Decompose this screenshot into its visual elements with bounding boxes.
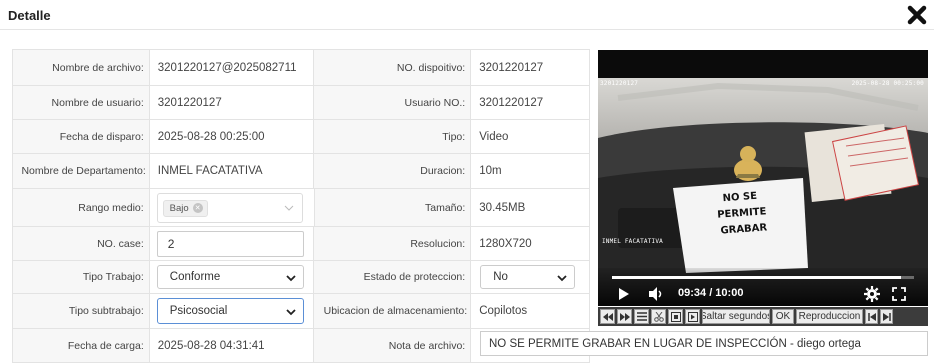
playback-toolbar: Saltar segundos OK Reproduccion	[598, 307, 928, 326]
rango-medio-tag-label: Bajo	[169, 202, 189, 214]
details-grid: Nombre de archivo: 3201220127@2025082711…	[12, 49, 590, 363]
value-fecha-disparo: 2025-08-28 00:25:00	[150, 120, 315, 153]
label-no-dispositivo: NO. dispoitivo:	[314, 50, 472, 85]
label-fecha-disparo: Fecha de disparo:	[13, 120, 150, 153]
value-duracion: 10m	[471, 154, 590, 188]
label-ubicacion: Ubicacion de almacenamiento:	[314, 294, 472, 328]
label-usuario-no: Usuario NO.:	[314, 86, 472, 119]
row-nombre-usuario: Nombre de usuario: 3201220127 Usuario NO…	[13, 86, 590, 120]
value-nombre-usuario: 3201220127	[150, 86, 315, 119]
tipo-trabajo-select[interactable]: Conforme	[156, 265, 304, 289]
row-fecha-disparo: Fecha de disparo: 2025-08-28 00:25:00 Ti…	[13, 120, 590, 154]
no-case-cell: 2	[150, 227, 315, 260]
rango-medio-cell: Bajo ✕	[150, 189, 315, 226]
skip-first-icon[interactable]	[865, 309, 878, 324]
video-progress-fill	[612, 276, 901, 279]
video-overlay-right: 2025-08-28 00:25:00	[851, 80, 924, 87]
nota-archivo-input[interactable]: NO SE PERMITE GRABAR EN LUGAR DE INSPECC…	[480, 331, 928, 356]
row-rango-medio: Rango medio: Bajo ✕ Tamaño: 30.45MB	[13, 189, 590, 227]
value-resolucion: 1280X720	[471, 227, 590, 260]
fullscreen-icon[interactable]	[892, 287, 906, 301]
label-tipo-trabajo: Tipo Trabajo:	[13, 261, 150, 293]
label-no-case: NO. case:	[13, 227, 150, 260]
value-fecha-carga: 2025-08-28 04:31:41	[150, 329, 315, 362]
estado-proteccion-select[interactable]: No	[480, 265, 576, 289]
play-icon[interactable]	[618, 287, 630, 301]
chevron-down-icon	[557, 275, 567, 282]
label-departamento: Nombre de Departamento:	[13, 154, 150, 188]
rango-medio-select[interactable]: Bajo ✕	[156, 192, 303, 223]
chevron-down-icon	[286, 309, 296, 316]
ok-button[interactable]: OK	[772, 309, 794, 324]
value-departamento: INMEL FACATATIVA	[150, 154, 315, 188]
scissors-icon[interactable]	[651, 309, 666, 324]
video-progress-bar[interactable]	[612, 276, 914, 279]
label-resolucion: Resolucion:	[314, 227, 472, 260]
label-tipo: Tipo:	[314, 120, 472, 153]
saltar-segundos-button[interactable]: Saltar segundos	[702, 309, 770, 324]
list-icon[interactable]	[634, 309, 649, 324]
tipo-trabajo-value: Conforme	[169, 271, 221, 283]
estado-proteccion-cell: No	[471, 261, 590, 293]
row-tipo-subtrabajo: Tipo subtrabajo: Psicosocial Ubicacion d…	[13, 294, 590, 329]
tipo-subtrabajo-select[interactable]: Psicosocial	[156, 298, 304, 324]
dialog-header: Detalle	[0, 0, 934, 30]
label-duracion: Duracion:	[314, 154, 472, 188]
tipo-subtrabajo-cell: Psicosocial	[150, 294, 315, 328]
value-no-dispositivo: 3201220127	[471, 50, 590, 85]
close-icon[interactable]	[906, 3, 928, 27]
settings-gear-icon[interactable]	[864, 286, 880, 302]
row-no-case: NO. case: 2 Resolucion: 1280X720	[13, 227, 590, 261]
label-rango-medio: Rango medio:	[13, 189, 150, 226]
label-nombre-archivo: Nombre de archivo:	[13, 50, 150, 85]
value-ubicacion: Copilotos	[471, 294, 590, 328]
rango-medio-tag: Bajo ✕	[162, 199, 208, 217]
fast-forward-icon[interactable]	[617, 309, 632, 324]
rewind-icon[interactable]	[600, 309, 615, 324]
tipo-subtrabajo-value: Psicosocial	[169, 305, 228, 317]
label-estado-proteccion: Estado de proteccion:	[314, 261, 472, 293]
row-tipo-trabajo: Tipo Trabajo: Conforme Estado de protecc…	[13, 261, 590, 294]
value-usuario-no: 3201220127	[471, 86, 590, 119]
label-tamano: Tamaño:	[314, 189, 472, 226]
frame-step-icon[interactable]	[685, 309, 700, 324]
label-tipo-subtrabajo: Tipo subtrabajo:	[13, 294, 150, 328]
value-tamano: 30.45MB	[471, 189, 590, 226]
snapshot-icon[interactable]	[668, 309, 683, 324]
estado-proteccion-value: No	[493, 271, 508, 283]
video-player[interactable]: NO SE PERMITE GRABAR 3201220127 2025-08-…	[598, 50, 928, 306]
tipo-trabajo-cell: Conforme	[150, 261, 315, 293]
volume-icon[interactable]	[648, 286, 664, 302]
video-overlay-left: 3201220127	[600, 80, 639, 87]
video-time-display: 09:34 / 10:00	[678, 287, 744, 299]
no-case-input[interactable]: 2	[156, 230, 304, 257]
value-nombre-archivo: 3201220127@2025082711	[150, 50, 315, 85]
video-overlay-bottom: INMEL FACATATIVA	[602, 238, 663, 245]
label-nota-archivo: Nota de archivo:	[314, 329, 472, 362]
label-nombre-usuario: Nombre de usuario:	[13, 86, 150, 119]
value-tipo: Video	[471, 120, 590, 153]
tag-remove-icon[interactable]: ✕	[192, 203, 203, 213]
chevron-down-icon	[284, 205, 294, 211]
skip-last-icon[interactable]	[880, 309, 893, 324]
chevron-down-icon	[286, 275, 296, 282]
row-nombre-archivo: Nombre de archivo: 3201220127@2025082711…	[13, 50, 590, 86]
label-fecha-carga: Fecha de carga:	[13, 329, 150, 362]
reproduccion-button[interactable]: Reproduccion	[796, 309, 863, 324]
dialog-title: Detalle	[8, 8, 51, 23]
row-departamento: Nombre de Departamento: INMEL FACATATIVA…	[13, 154, 590, 189]
